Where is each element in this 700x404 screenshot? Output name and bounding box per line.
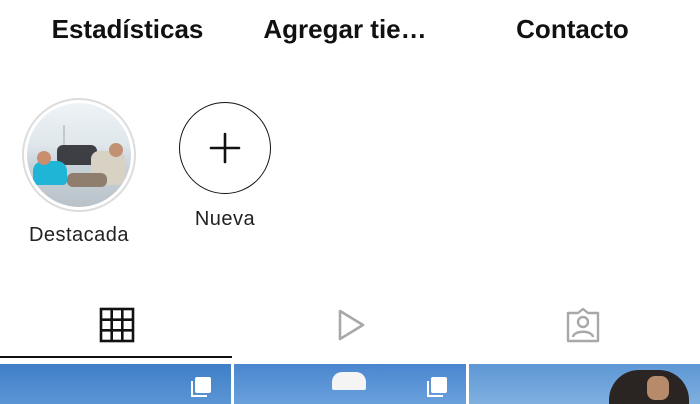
carousel-icon <box>427 377 447 397</box>
post-thumbnail[interactable] <box>234 364 466 404</box>
tab-posts-grid[interactable] <box>0 290 233 360</box>
plus-icon <box>209 132 241 164</box>
story-highlights: Destacada Nueva <box>0 90 700 260</box>
profile-action-bar: Estadísticas Agregar tie… Contacto <box>0 0 700 58</box>
statistics-button[interactable]: Estadísticas <box>40 10 215 48</box>
add-shop-button[interactable]: Agregar tie… <box>255 10 435 48</box>
tab-tagged[interactable] <box>466 290 699 360</box>
tab-reels[interactable] <box>233 290 466 360</box>
tagged-person-icon <box>566 307 599 343</box>
post-thumbnail[interactable] <box>0 364 231 404</box>
highlight-cover-ring <box>22 98 136 212</box>
profile-content-tabs <box>0 290 700 360</box>
new-highlight-label: Nueva <box>194 208 256 230</box>
highlight-label: Destacada <box>28 224 130 246</box>
post-thumbnail[interactable] <box>469 364 700 404</box>
contact-button[interactable]: Contacto <box>500 10 645 48</box>
carousel-icon <box>191 377 211 397</box>
new-highlight-circle <box>179 102 271 194</box>
highlight-cover-photo <box>27 103 131 207</box>
active-tab-indicator <box>0 356 232 358</box>
highlight-featured[interactable]: Destacada <box>14 90 144 247</box>
grid-icon <box>99 307 134 343</box>
new-highlight-button[interactable]: Nueva <box>160 90 290 231</box>
reels-play-icon <box>338 309 364 341</box>
posts-grid <box>0 364 700 404</box>
